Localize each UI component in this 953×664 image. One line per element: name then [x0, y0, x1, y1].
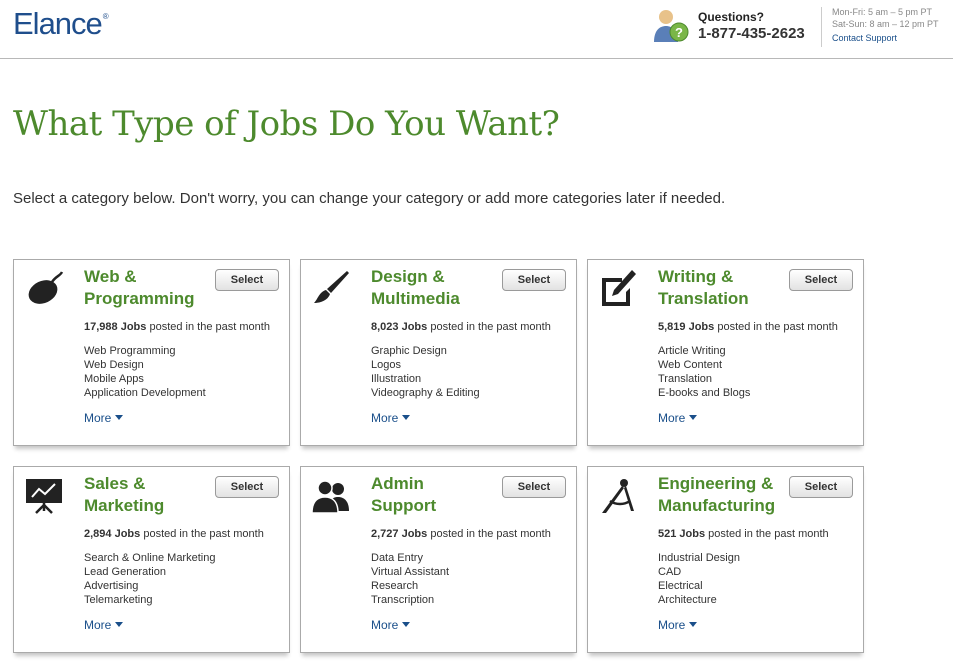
more-link[interactable]: More [658, 618, 698, 632]
skill-item: Research [371, 580, 419, 592]
skill-item: Graphic Design [371, 345, 447, 357]
skill-item: Virtual Assistant [371, 566, 450, 578]
jobs-count: 5,819 Jobs posted in the past month [658, 321, 838, 333]
category-card-web-programming: Web & Programming Select 17,988 Jobs post… [13, 259, 290, 446]
mouse-icon [28, 271, 64, 304]
skill-list: Web Programming Web Design Mobile Apps A… [84, 344, 206, 400]
skill-item: Article Writing [658, 345, 726, 357]
skill-list: Industrial Design CAD Electrical Archite… [658, 551, 740, 607]
caret-down-icon [402, 622, 411, 628]
category-title[interactable]: Writing & Translation [658, 266, 793, 310]
skill-item: Transcription [371, 594, 435, 606]
skill-list: Data Entry Virtual Assistant Research Tr… [371, 551, 449, 607]
intro-text: Select a category below. Don't worry, yo… [13, 190, 726, 207]
skill-item: Application Development [84, 387, 206, 399]
contact-support-link[interactable]: Contact Support [832, 33, 897, 43]
hours-weekend: Sat-Sun: 8 am – 12 pm PT [832, 19, 939, 29]
category-title[interactable]: Admin Support [371, 473, 506, 517]
caret-down-icon [115, 415, 124, 421]
pen-paper-icon [602, 270, 636, 306]
skill-item: Web Content [658, 359, 723, 371]
jobs-count: 2,894 Jobs posted in the past month [84, 528, 264, 540]
skill-item: Web Design [84, 359, 144, 371]
category-title[interactable]: Design & Multimedia [371, 266, 506, 310]
category-card-writing-translation: Writing & Translation Select 5,819 Jobs p… [587, 259, 864, 446]
skill-item: Search & Online Marketing [84, 552, 216, 564]
category-title[interactable]: Engineering & Manufacturing [658, 473, 793, 517]
select-button[interactable]: Select [789, 476, 853, 498]
skill-item: Industrial Design [658, 552, 740, 564]
hours-weekday: Mon-Fri: 5 am – 5 pm PT [832, 7, 933, 17]
category-card-sales-marketing: Sales & Marketing Select 2,894 Jobs poste… [13, 466, 290, 653]
skill-list: Article Writing Web Content Translation … [658, 344, 750, 400]
jobs-count: 521 Jobs posted in the past month [658, 528, 829, 540]
more-link[interactable]: More [84, 411, 124, 425]
header: Elance® ? Questions? 1-877-435-2623 Mon-… [0, 0, 953, 59]
brush-icon [314, 271, 349, 303]
compass-icon [602, 479, 634, 513]
select-button[interactable]: Select [789, 269, 853, 291]
presentation-icon [26, 479, 62, 514]
caret-down-icon [115, 622, 124, 628]
category-title[interactable]: Sales & Marketing [84, 473, 219, 517]
skill-item: Data Entry [371, 552, 423, 564]
jobs-count: 17,988 Jobs posted in the past month [84, 321, 270, 333]
skill-item: Electrical [658, 580, 703, 592]
skill-item: Logos [371, 359, 401, 371]
skill-item: Illustration [371, 373, 422, 385]
skill-item: Translation [658, 373, 713, 385]
jobs-count: 2,727 Jobs posted in the past month [371, 528, 551, 540]
caret-down-icon [402, 415, 411, 421]
page-title: What Type of Jobs Do You Want? [13, 104, 560, 144]
skill-item: Telemarketing [84, 594, 153, 606]
elance-logo[interactable]: Elance® [13, 6, 109, 42]
category-card-design-multimedia: Design & Multimedia Select 8,023 Jobs pos… [300, 259, 577, 446]
more-link[interactable]: More [658, 411, 698, 425]
more-link[interactable]: More [371, 411, 411, 425]
support-person-icon: ? [654, 10, 689, 42]
category-card-engineering-manufacturing: Engineering & Manufacturing Select 521 Jo… [587, 466, 864, 653]
skill-item: Architecture [658, 594, 717, 606]
skill-item: Videography & Editing [371, 387, 480, 399]
registered-mark: ® [102, 12, 109, 21]
skill-item: Lead Generation [84, 566, 166, 578]
jobs-count: 8,023 Jobs posted in the past month [371, 321, 551, 333]
questions-label: Questions? [698, 10, 765, 24]
skill-list: Search & Online Marketing Lead Generatio… [84, 551, 215, 607]
header-divider [821, 7, 822, 47]
category-card-admin-support: Admin Support Select 2,727 Jobs posted in… [300, 466, 577, 653]
skill-list: Graphic Design Logos Illustration Videog… [371, 344, 480, 400]
caret-down-icon [689, 622, 698, 628]
skill-item: CAD [658, 566, 682, 578]
more-link[interactable]: More [371, 618, 411, 632]
select-button[interactable]: Select [215, 476, 279, 498]
select-button[interactable]: Select [215, 269, 279, 291]
select-button[interactable]: Select [502, 269, 566, 291]
svg-text:?: ? [675, 25, 683, 40]
category-title[interactable]: Web & Programming [84, 266, 219, 310]
more-link[interactable]: More [84, 618, 124, 632]
people-icon [311, 480, 349, 514]
skill-item: Web Programming [84, 345, 176, 357]
select-button[interactable]: Select [502, 476, 566, 498]
skill-item: Mobile Apps [84, 373, 144, 385]
caret-down-icon [689, 415, 698, 421]
support-phone: 1-877-435-2623 [698, 25, 805, 42]
skill-item: E-books and Blogs [658, 387, 751, 399]
skill-item: Advertising [84, 580, 139, 592]
